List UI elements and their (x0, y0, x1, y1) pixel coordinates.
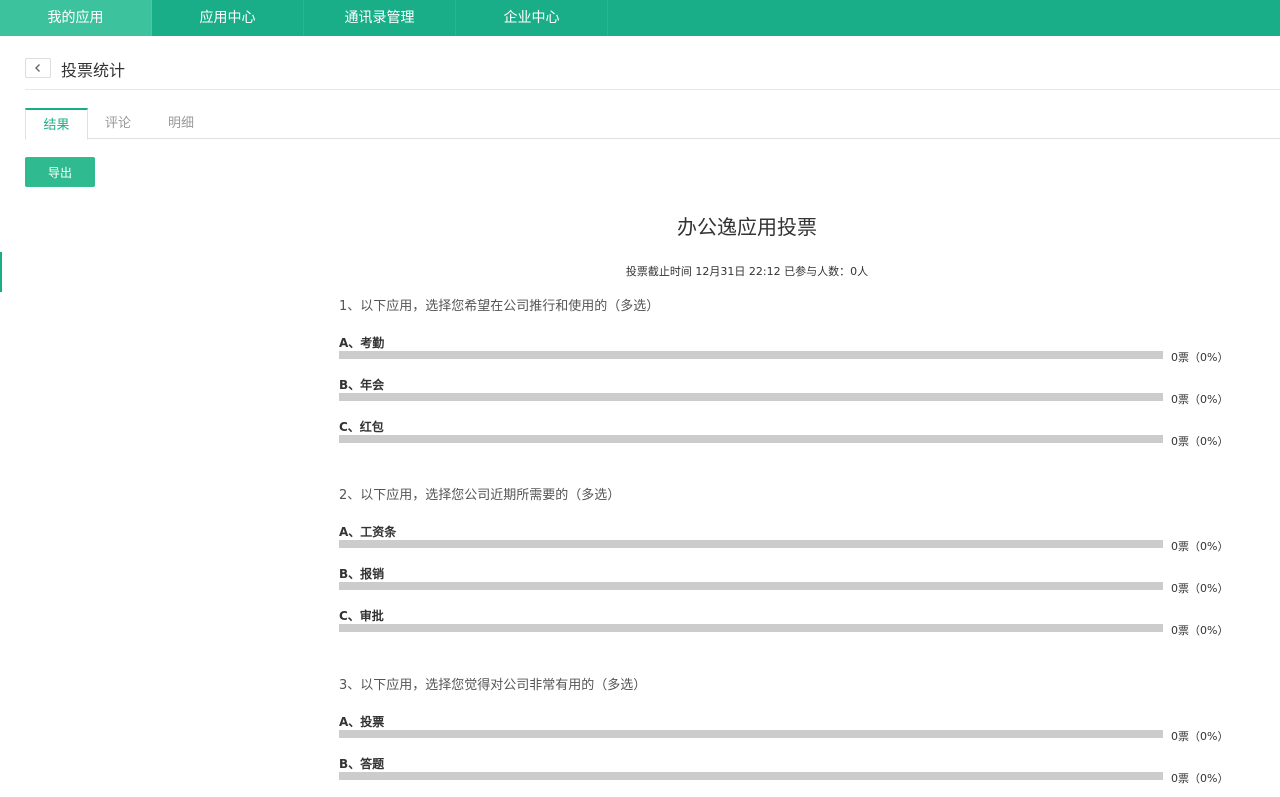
page-title: 投票统计 (61, 61, 126, 80)
option-progress-bar (339, 624, 1163, 632)
top-nav: 我的应用 应用中心 通讯录管理 企业中心 (0, 0, 1280, 36)
option-item: A、投票 0票（0%） (339, 713, 1239, 755)
tab-details[interactable]: 明细 (160, 108, 202, 139)
nav-contacts[interactable]: 通讯录管理 (304, 0, 456, 36)
option-count: 0票（0%） (1171, 772, 1229, 785)
option-progress-bar (339, 772, 1163, 780)
option-progress-bar (339, 435, 1163, 443)
tab-results[interactable]: 结果 (25, 108, 88, 140)
question-title: 2、以下应用，选择您公司近期所需要的（多选） (339, 488, 621, 503)
question-3: 3、以下应用，选择您觉得对公司非常有用的（多选） A、投票 0票（0%） B、答… (339, 676, 1239, 797)
option-item: C、红包 0票（0%） (339, 418, 1239, 460)
nav-app-center[interactable]: 应用中心 (152, 0, 304, 36)
question-title: 1、以下应用，选择您希望在公司推行和使用的（多选） (339, 299, 660, 314)
back-button[interactable] (25, 58, 51, 78)
option-label: A、工资条 (339, 525, 397, 539)
option-label: A、投票 (339, 715, 385, 729)
vote-meta: 投票截止时间 12月31日 22:12 已参与人数：0人 (625, 265, 869, 278)
option-item: A、考勤 0票（0%） (339, 334, 1239, 376)
export-button[interactable]: 导出 (25, 157, 95, 187)
option-item: B、报销 0票（0%） (339, 565, 1239, 607)
option-count: 0票（0%） (1171, 435, 1229, 448)
option-label: C、红包 (339, 420, 384, 434)
option-count: 0票（0%） (1171, 730, 1229, 743)
question-1: 1、以下应用，选择您希望在公司推行和使用的（多选） A、考勤 0票（0%） B、… (339, 297, 1239, 460)
option-count: 0票（0%） (1171, 582, 1229, 595)
left-accent-bar (0, 252, 2, 292)
option-progress-bar (339, 582, 1163, 590)
tab-comments[interactable]: 评论 (97, 108, 139, 139)
question-2: 2、以下应用，选择您公司近期所需要的（多选） A、工资条 0票（0%） B、报销… (339, 486, 1239, 649)
option-label: B、答题 (339, 757, 385, 771)
option-label: B、报销 (339, 567, 385, 581)
option-item: A、工资条 0票（0%） (339, 523, 1239, 565)
option-item: C、审批 0票（0%） (339, 607, 1239, 649)
chevron-left-icon (35, 64, 40, 72)
page-header: 投票统计 (25, 56, 1280, 90)
nav-enterprise[interactable]: 企业中心 (456, 0, 608, 36)
option-label: C、审批 (339, 609, 384, 623)
option-count: 0票（0%） (1171, 351, 1229, 364)
option-progress-bar (339, 351, 1163, 359)
option-count: 0票（0%） (1171, 624, 1229, 637)
option-label: A、考勤 (339, 336, 385, 350)
option-progress-bar (339, 540, 1163, 548)
option-item: B、年会 0票（0%） (339, 376, 1239, 418)
option-progress-bar (339, 730, 1163, 738)
option-count: 0票（0%） (1171, 540, 1229, 553)
vote-title: 办公逸应用投票 (677, 215, 817, 239)
option-count: 0票（0%） (1171, 393, 1229, 406)
nav-my-apps[interactable]: 我的应用 (0, 0, 152, 36)
tab-bar: 结果 评论 明细 (25, 108, 1280, 140)
option-label: B、年会 (339, 378, 385, 392)
option-item: B、答题 0票（0%） (339, 755, 1239, 797)
question-title: 3、以下应用，选择您觉得对公司非常有用的（多选） (339, 678, 647, 693)
option-progress-bar (339, 393, 1163, 401)
